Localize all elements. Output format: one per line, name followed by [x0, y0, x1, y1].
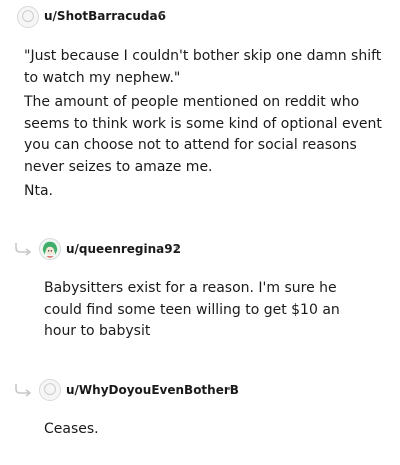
- separator-dot: •: [226, 384, 232, 395]
- separator-dot: •: [158, 10, 164, 21]
- default-user-avatar-icon: [18, 7, 38, 27]
- comment-author[interactable]: u/queenregina92: [66, 242, 181, 256]
- reply-arrow-icon: [15, 384, 32, 397]
- comment-paragraph: The amount of people mentioned on reddit…: [24, 94, 382, 175]
- comment-paragraph: Nta.: [24, 183, 53, 199]
- green-haired-character-avatar-icon: [40, 239, 60, 259]
- comment-body: Babysitters exist for a reason. I'm sure…: [44, 278, 374, 343]
- default-user-avatar-icon: [40, 380, 60, 400]
- user-avatar[interactable]: [39, 379, 61, 401]
- comment-body: "Just because I couldn't bother skip one…: [24, 46, 384, 203]
- user-avatar[interactable]: [17, 6, 39, 28]
- reply-arrow-icon: [15, 243, 32, 256]
- separator-dot: •: [174, 243, 180, 254]
- comment-author[interactable]: u/ShotBarracuda6: [44, 9, 166, 23]
- comment-author[interactable]: u/WhyDoyouEvenBotherB: [66, 383, 239, 397]
- comment-body: Ceases.: [44, 419, 374, 441]
- comment-paragraph: "Just because I couldn't bother skip one…: [24, 48, 382, 86]
- comment-paragraph: Babysitters exist for a reason. I'm sure…: [44, 280, 340, 339]
- comment-paragraph: Ceases.: [44, 421, 99, 437]
- user-avatar[interactable]: [39, 238, 61, 260]
